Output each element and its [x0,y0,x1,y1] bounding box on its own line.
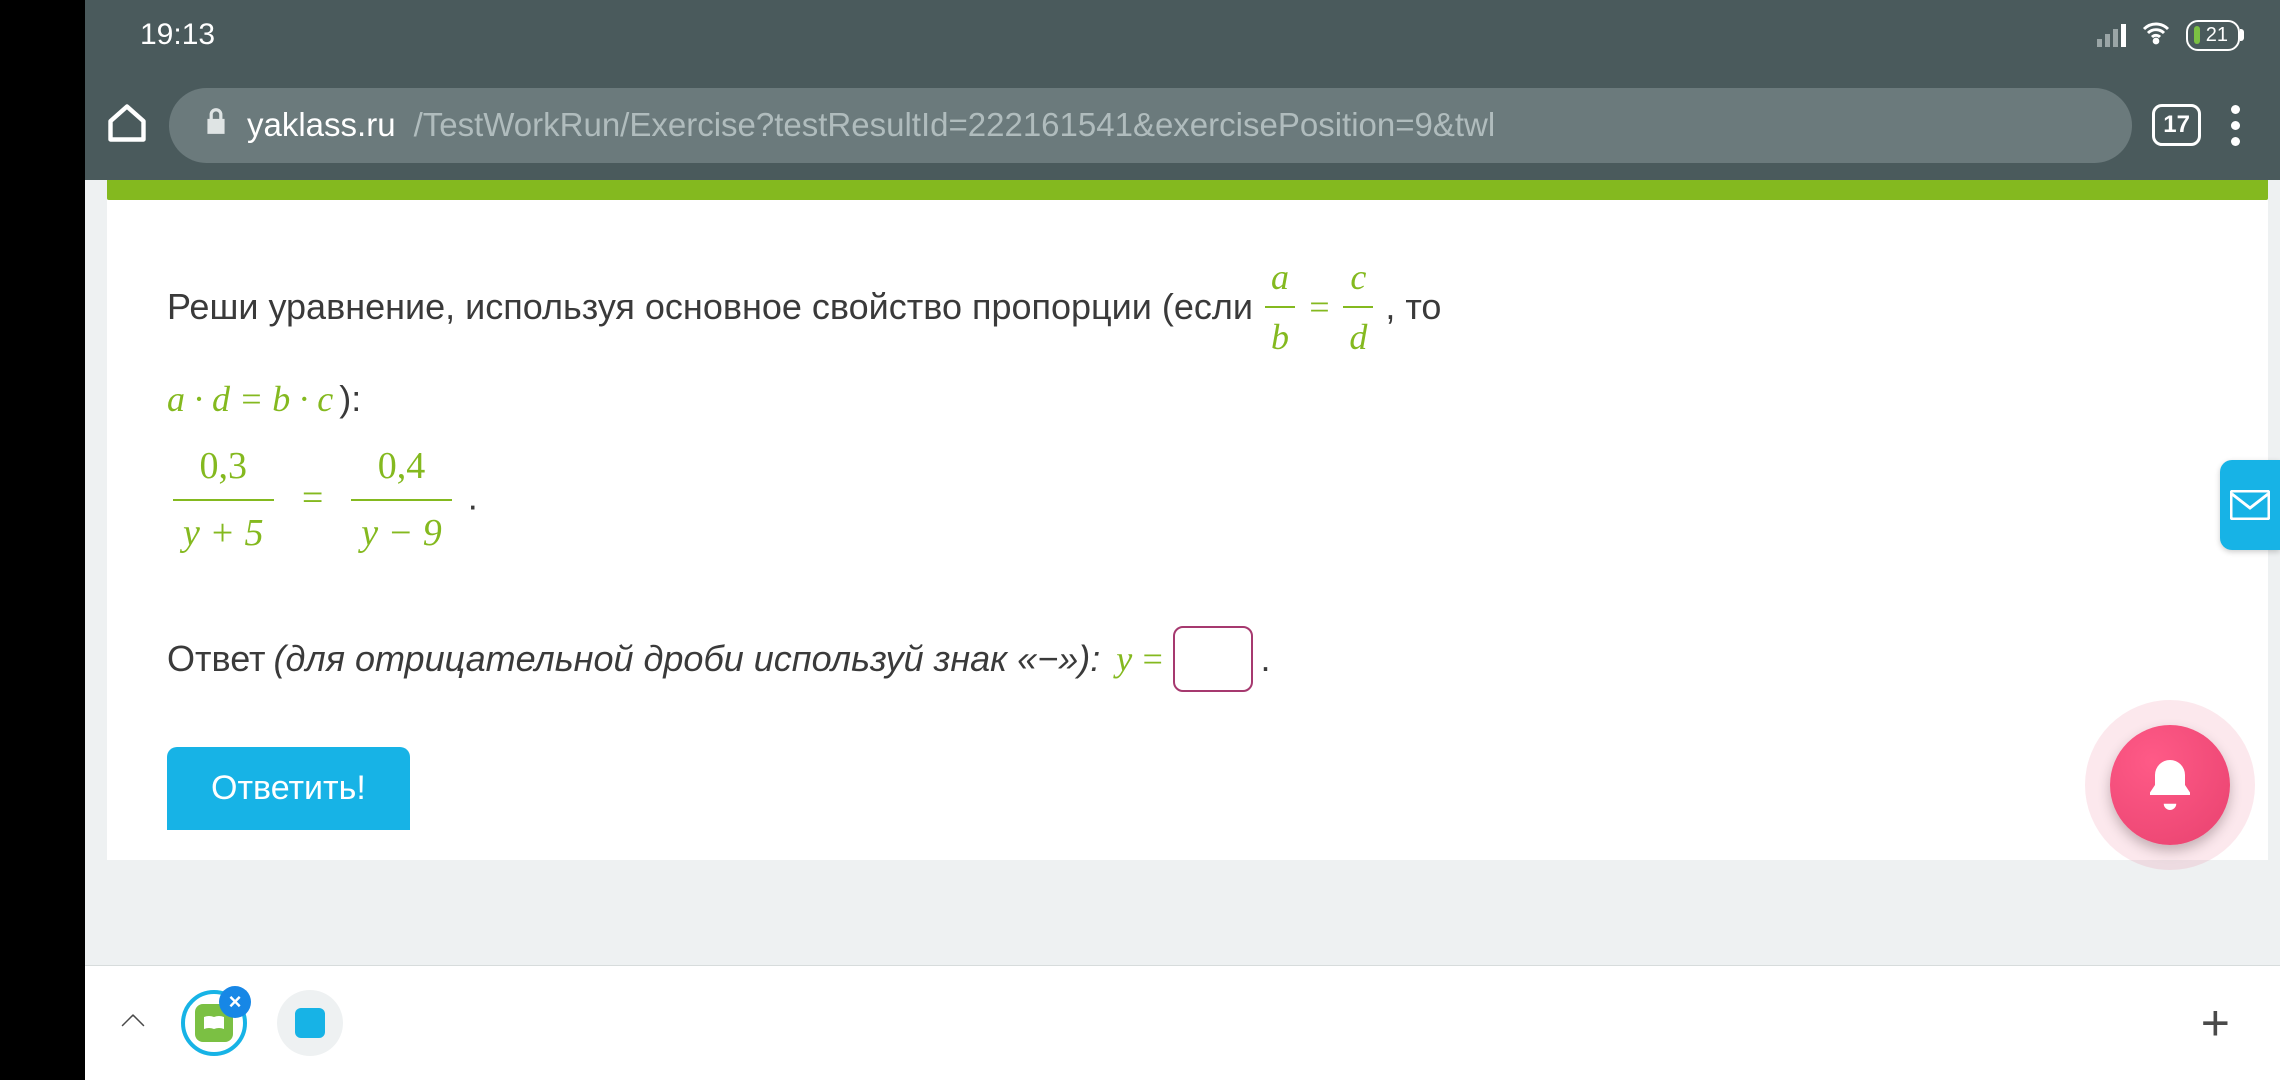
close-tab-badge[interactable]: × [219,986,251,1018]
problem-statement: Реши уравнение, используя основное свойс… [167,250,2208,566]
overflow-menu-button[interactable] [2221,105,2250,146]
battery-percent: 21 [2206,24,2228,47]
new-tab-button[interactable]: + [2201,994,2250,1052]
stop-button[interactable] [277,990,343,1056]
fraction-a-over-b: a b [1265,250,1295,364]
equation-line: 0,3 y + 5 = 0,4 y − 9 . [167,434,2208,566]
battery-fill-icon [2194,26,2200,44]
submit-button[interactable]: Ответить! [167,747,410,830]
page-content-area: Реши уравнение, используя основное свойс… [85,180,2280,965]
main-column: 19:13 21 yaklass [85,0,2280,1080]
stop-icon [295,1008,325,1038]
wifi-icon [2140,17,2172,54]
bottom-left-cluster: × [115,990,343,1056]
feedback-mail-tab[interactable] [2220,460,2280,550]
status-time: 19:13 [140,18,215,52]
answer-label: Ответ [167,638,266,680]
exercise-card: Реши уравнение, используя основное свойс… [107,200,2268,860]
proportion-rule: a · d = b · c [167,372,333,426]
equation-period: . [468,477,478,518]
answer-hint: (для отрицательной дроби используй знак … [274,638,1101,680]
status-right-cluster: 21 [2097,17,2240,54]
equation-equals: = [300,477,326,519]
notifications-fab[interactable] [2110,725,2230,845]
lock-icon [203,106,229,144]
tabs-button[interactable]: 17 [2152,104,2201,146]
expand-up-button[interactable] [115,1003,151,1044]
active-tab-thumbnail[interactable]: × [181,990,247,1056]
mail-icon [2230,490,2270,520]
equals-sign: = [1307,280,1331,334]
battery-indicator: 21 [2186,20,2240,51]
problem-intro-1: Реши уравнение, используя основное свойс… [167,280,1253,334]
problem-intro-2: , то [1385,280,1441,334]
home-button[interactable] [105,101,149,150]
answer-input[interactable] [1173,626,1253,692]
bell-icon [2140,755,2200,815]
equation-lhs-fraction: 0,3 y + 5 [173,434,274,566]
equation-rhs-fraction: 0,4 y − 9 [351,434,452,566]
page-header-strip [107,180,2268,200]
url-bar[interactable]: yaklass.ru/TestWorkRun/Exercise?testResu… [169,88,2132,163]
rule-close: ): [339,372,361,426]
fraction-c-over-d: c d [1343,250,1373,364]
browser-toolbar: yaklass.ru/TestWorkRun/Exercise?testResu… [85,70,2280,180]
bottom-toolbar: × + [85,965,2280,1080]
status-bar: 19:13 21 [85,0,2280,70]
url-path: /TestWorkRun/Exercise?testResultId=22216… [414,106,1496,144]
url-domain: yaklass.ru [247,106,396,144]
device-left-letterbox [0,0,85,1080]
answer-period: . [1261,638,1271,680]
answer-variable: y [1116,638,1132,680]
answer-equals: = [1140,638,1164,680]
answer-row: Ответ (для отрицательной дроби используй… [167,626,2208,692]
cellular-signal-icon [2097,24,2126,47]
